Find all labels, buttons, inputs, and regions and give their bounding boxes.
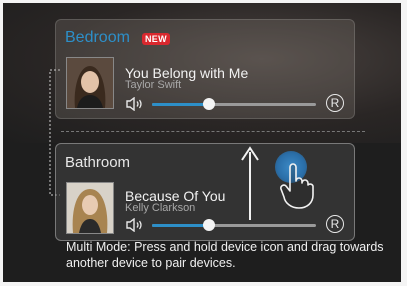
speaker-icon[interactable]	[126, 97, 144, 111]
album-art	[66, 57, 114, 109]
volume-slider[interactable]	[152, 219, 316, 231]
new-badge: NEW	[142, 33, 170, 45]
room-name: Bathroom	[65, 154, 131, 171]
album-art	[66, 182, 114, 234]
repeat-icon[interactable]: R	[326, 215, 344, 233]
volume-knob[interactable]	[203, 98, 216, 110]
volume-slider[interactable]	[152, 98, 316, 110]
artist-name: Kelly Clarkson	[125, 202, 196, 214]
instructions-text: Multi Mode: Press and hold device icon a…	[66, 240, 384, 270]
speaker-icon[interactable]	[126, 218, 144, 232]
volume-knob[interactable]	[203, 219, 216, 231]
multi-mode-screen: Bedroom NEW You Belong with Me Taylor Sw…	[3, 3, 401, 282]
volume-fill	[152, 224, 210, 227]
hand-pointer-icon	[280, 163, 314, 209]
room-name: Bedroom	[65, 29, 130, 46]
artist-name: Taylor Swift	[125, 79, 182, 91]
up-arrow-icon	[241, 146, 259, 220]
repeat-icon[interactable]: R	[326, 94, 344, 112]
volume-fill	[152, 103, 210, 106]
room-card-bedroom[interactable]: Bedroom NEW You Belong with Me Taylor Sw…	[55, 19, 355, 119]
divider	[61, 131, 365, 132]
